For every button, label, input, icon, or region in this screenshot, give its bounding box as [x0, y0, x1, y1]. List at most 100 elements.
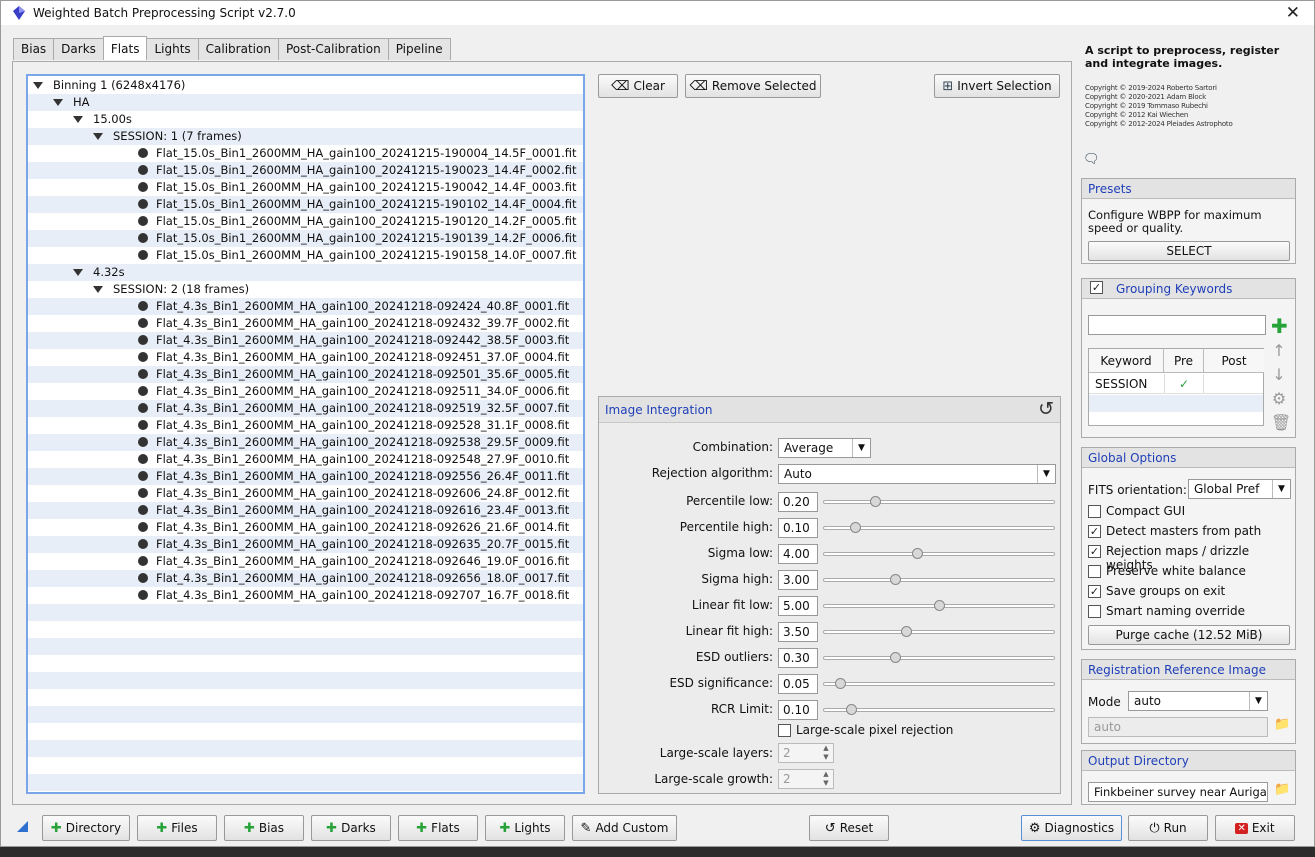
tree-exposure-node[interactable]: 4.32s: [28, 264, 583, 281]
param-slider[interactable]: [823, 600, 1055, 611]
tree-file-item[interactable]: Flat_15.0s_Bin1_2600MM_HA_gain100_202412…: [28, 179, 583, 196]
mode-select[interactable]: auto ▼: [1128, 691, 1268, 711]
slider-handle[interactable]: [846, 704, 857, 715]
keyword-input[interactable]: [1088, 315, 1266, 335]
combination-select[interactable]: Average ▼: [778, 438, 871, 458]
option-checkbox[interactable]: [1088, 505, 1101, 518]
tree-file-item[interactable]: Flat_15.0s_Bin1_2600MM_HA_gain100_202412…: [28, 196, 583, 213]
param-slider[interactable]: [823, 626, 1055, 637]
tab-calibration[interactable]: Calibration: [197, 38, 279, 60]
param-slider[interactable]: [823, 652, 1055, 663]
add-files-button[interactable]: ✚ Files: [137, 815, 217, 841]
param-value-input[interactable]: 0.10: [778, 518, 818, 538]
tab-darks[interactable]: Darks: [53, 38, 104, 60]
tree-file-item[interactable]: Flat_15.0s_Bin1_2600MM_HA_gain100_202412…: [28, 247, 583, 264]
presets-select-button[interactable]: SELECT: [1088, 241, 1290, 261]
tree-filter-node[interactable]: HA: [28, 94, 583, 111]
tree-file-item[interactable]: Flat_4.3s_Bin1_2600MM_HA_gain100_2024121…: [28, 383, 583, 400]
tree-file-item[interactable]: Flat_4.3s_Bin1_2600MM_HA_gain100_2024121…: [28, 417, 583, 434]
param-slider[interactable]: [823, 496, 1055, 507]
remove-selected-button[interactable]: ⌫ Remove Selected: [685, 74, 821, 98]
option-checkbox[interactable]: ✓: [1088, 525, 1101, 538]
tree-file-item[interactable]: Flat_4.3s_Bin1_2600MM_HA_gain100_2024121…: [28, 468, 583, 485]
slider-handle[interactable]: [934, 600, 945, 611]
option-checkbox[interactable]: ✓: [1088, 545, 1101, 558]
tab-flats[interactable]: Flats: [102, 36, 148, 60]
large-scale-layers-spinner[interactable]: 2 ▲ ▼: [778, 743, 834, 763]
param-slider[interactable]: [823, 678, 1055, 689]
param-value-input[interactable]: 5.00: [778, 596, 818, 616]
tree-file-item[interactable]: Flat_15.0s_Bin1_2600MM_HA_gain100_202412…: [28, 230, 583, 247]
diagnostics-button[interactable]: ⚙ Diagnostics: [1021, 815, 1122, 841]
expand-triangle-icon[interactable]: [93, 133, 103, 140]
tab-lights[interactable]: Lights: [146, 38, 199, 60]
fits-orientation-select[interactable]: Global Pref ▼: [1188, 479, 1291, 499]
add-darks-button[interactable]: ✚ Darks: [311, 815, 391, 841]
option-checkbox[interactable]: [1088, 605, 1101, 618]
tree-file-item[interactable]: Flat_4.3s_Bin1_2600MM_HA_gain100_2024121…: [28, 553, 583, 570]
slider-handle[interactable]: [835, 678, 846, 689]
add-directory-button[interactable]: ✚ Directory: [42, 815, 130, 841]
tree-file-item[interactable]: Flat_4.3s_Bin1_2600MM_HA_gain100_2024121…: [28, 451, 583, 468]
purge-cache-button[interactable]: Purge cache (12.52 MiB): [1088, 625, 1290, 645]
gear-icon[interactable]: ⚙: [1271, 389, 1287, 408]
slider-handle[interactable]: [901, 626, 912, 637]
rejection-algorithm-select[interactable]: Auto ▼: [778, 464, 1056, 484]
tab-pipeline[interactable]: Pipeline: [387, 38, 451, 60]
arrow-down-icon[interactable]: ↓: [1271, 365, 1287, 384]
slider-handle[interactable]: [870, 496, 881, 507]
param-slider[interactable]: [823, 704, 1055, 715]
close-icon[interactable]: ✕: [1286, 3, 1300, 23]
clear-button[interactable]: ⌫ Clear: [598, 74, 678, 98]
slider-handle[interactable]: [890, 574, 901, 585]
arrow-up-icon[interactable]: ↑: [1271, 341, 1287, 360]
tree-file-item[interactable]: Flat_4.3s_Bin1_2600MM_HA_gain100_2024121…: [28, 349, 583, 366]
add-keyword-icon[interactable]: ✚: [1271, 314, 1288, 338]
slider-handle[interactable]: [890, 652, 901, 663]
tree-file-item[interactable]: Flat_4.3s_Bin1_2600MM_HA_gain100_2024121…: [28, 570, 583, 587]
param-slider[interactable]: [823, 548, 1055, 559]
tree-file-item[interactable]: Flat_4.3s_Bin1_2600MM_HA_gain100_2024121…: [28, 502, 583, 519]
expand-triangle-icon[interactable]: [93, 286, 103, 293]
expand-triangle-icon[interactable]: [73, 116, 83, 123]
tree-file-item[interactable]: Flat_4.3s_Bin1_2600MM_HA_gain100_2024121…: [28, 485, 583, 502]
expand-triangle-icon[interactable]: [53, 99, 63, 106]
slider-handle[interactable]: [912, 548, 923, 559]
tree-file-item[interactable]: Flat_15.0s_Bin1_2600MM_HA_gain100_202412…: [28, 145, 583, 162]
reference-image-field[interactable]: auto: [1088, 717, 1268, 737]
param-value-input[interactable]: 0.20: [778, 492, 818, 512]
slider-handle[interactable]: [850, 522, 861, 533]
option-checkbox[interactable]: [1088, 565, 1101, 578]
invert-selection-button[interactable]: ⊞ Invert Selection: [934, 74, 1060, 98]
tree-session-node[interactable]: SESSION: 1 (7 frames): [28, 128, 583, 145]
param-value-input[interactable]: 0.05: [778, 674, 818, 694]
reset-button[interactable]: ↺ Reset: [809, 815, 889, 841]
expand-triangle-icon[interactable]: [33, 82, 43, 89]
tree-session-node[interactable]: SESSION: 2 (18 frames): [28, 281, 583, 298]
expand-triangle-icon[interactable]: [73, 269, 83, 276]
run-button[interactable]: ⏻ Run: [1128, 815, 1208, 841]
tree-file-item[interactable]: Flat_15.0s_Bin1_2600MM_HA_gain100_202412…: [28, 213, 583, 230]
tree-file-item[interactable]: Flat_4.3s_Bin1_2600MM_HA_gain100_2024121…: [28, 434, 583, 451]
add-custom-button[interactable]: ✎ Add Custom: [572, 815, 677, 841]
tree-file-item[interactable]: Flat_4.3s_Bin1_2600MM_HA_gain100_2024121…: [28, 519, 583, 536]
add-bias-button[interactable]: ✚ Bias: [224, 815, 304, 841]
param-slider[interactable]: [823, 574, 1055, 585]
tree-file-item[interactable]: Flat_4.3s_Bin1_2600MM_HA_gain100_2024121…: [28, 315, 583, 332]
reset-icon[interactable]: ↺: [1038, 398, 1054, 420]
param-value-input[interactable]: 0.10: [778, 700, 818, 720]
tree-file-item[interactable]: Flat_15.0s_Bin1_2600MM_HA_gain100_202412…: [28, 162, 583, 179]
option-checkbox[interactable]: ✓: [1088, 585, 1101, 598]
large-scale-growth-spinner[interactable]: 2 ▲ ▼: [778, 769, 834, 789]
trash-icon[interactable]: 🗑: [1271, 413, 1291, 432]
tree-exposure-node[interactable]: 15.00s: [28, 111, 583, 128]
add-lights-button[interactable]: ✚ Lights: [485, 815, 565, 841]
tab-post-calibration[interactable]: Post-Calibration: [277, 38, 389, 60]
file-tree[interactable]: Binning 1 (6248x4176) HA 15.00s SESSION: 1 …: [26, 74, 585, 794]
param-slider[interactable]: [823, 522, 1055, 533]
folder-icon[interactable]: 📁: [1274, 717, 1290, 732]
tab-bias[interactable]: Bias: [13, 38, 55, 60]
tree-file-item[interactable]: Flat_4.3s_Bin1_2600MM_HA_gain100_2024121…: [28, 536, 583, 553]
param-value-input[interactable]: 3.00: [778, 570, 818, 590]
tree-file-item[interactable]: Flat_4.3s_Bin1_2600MM_HA_gain100_2024121…: [28, 400, 583, 417]
